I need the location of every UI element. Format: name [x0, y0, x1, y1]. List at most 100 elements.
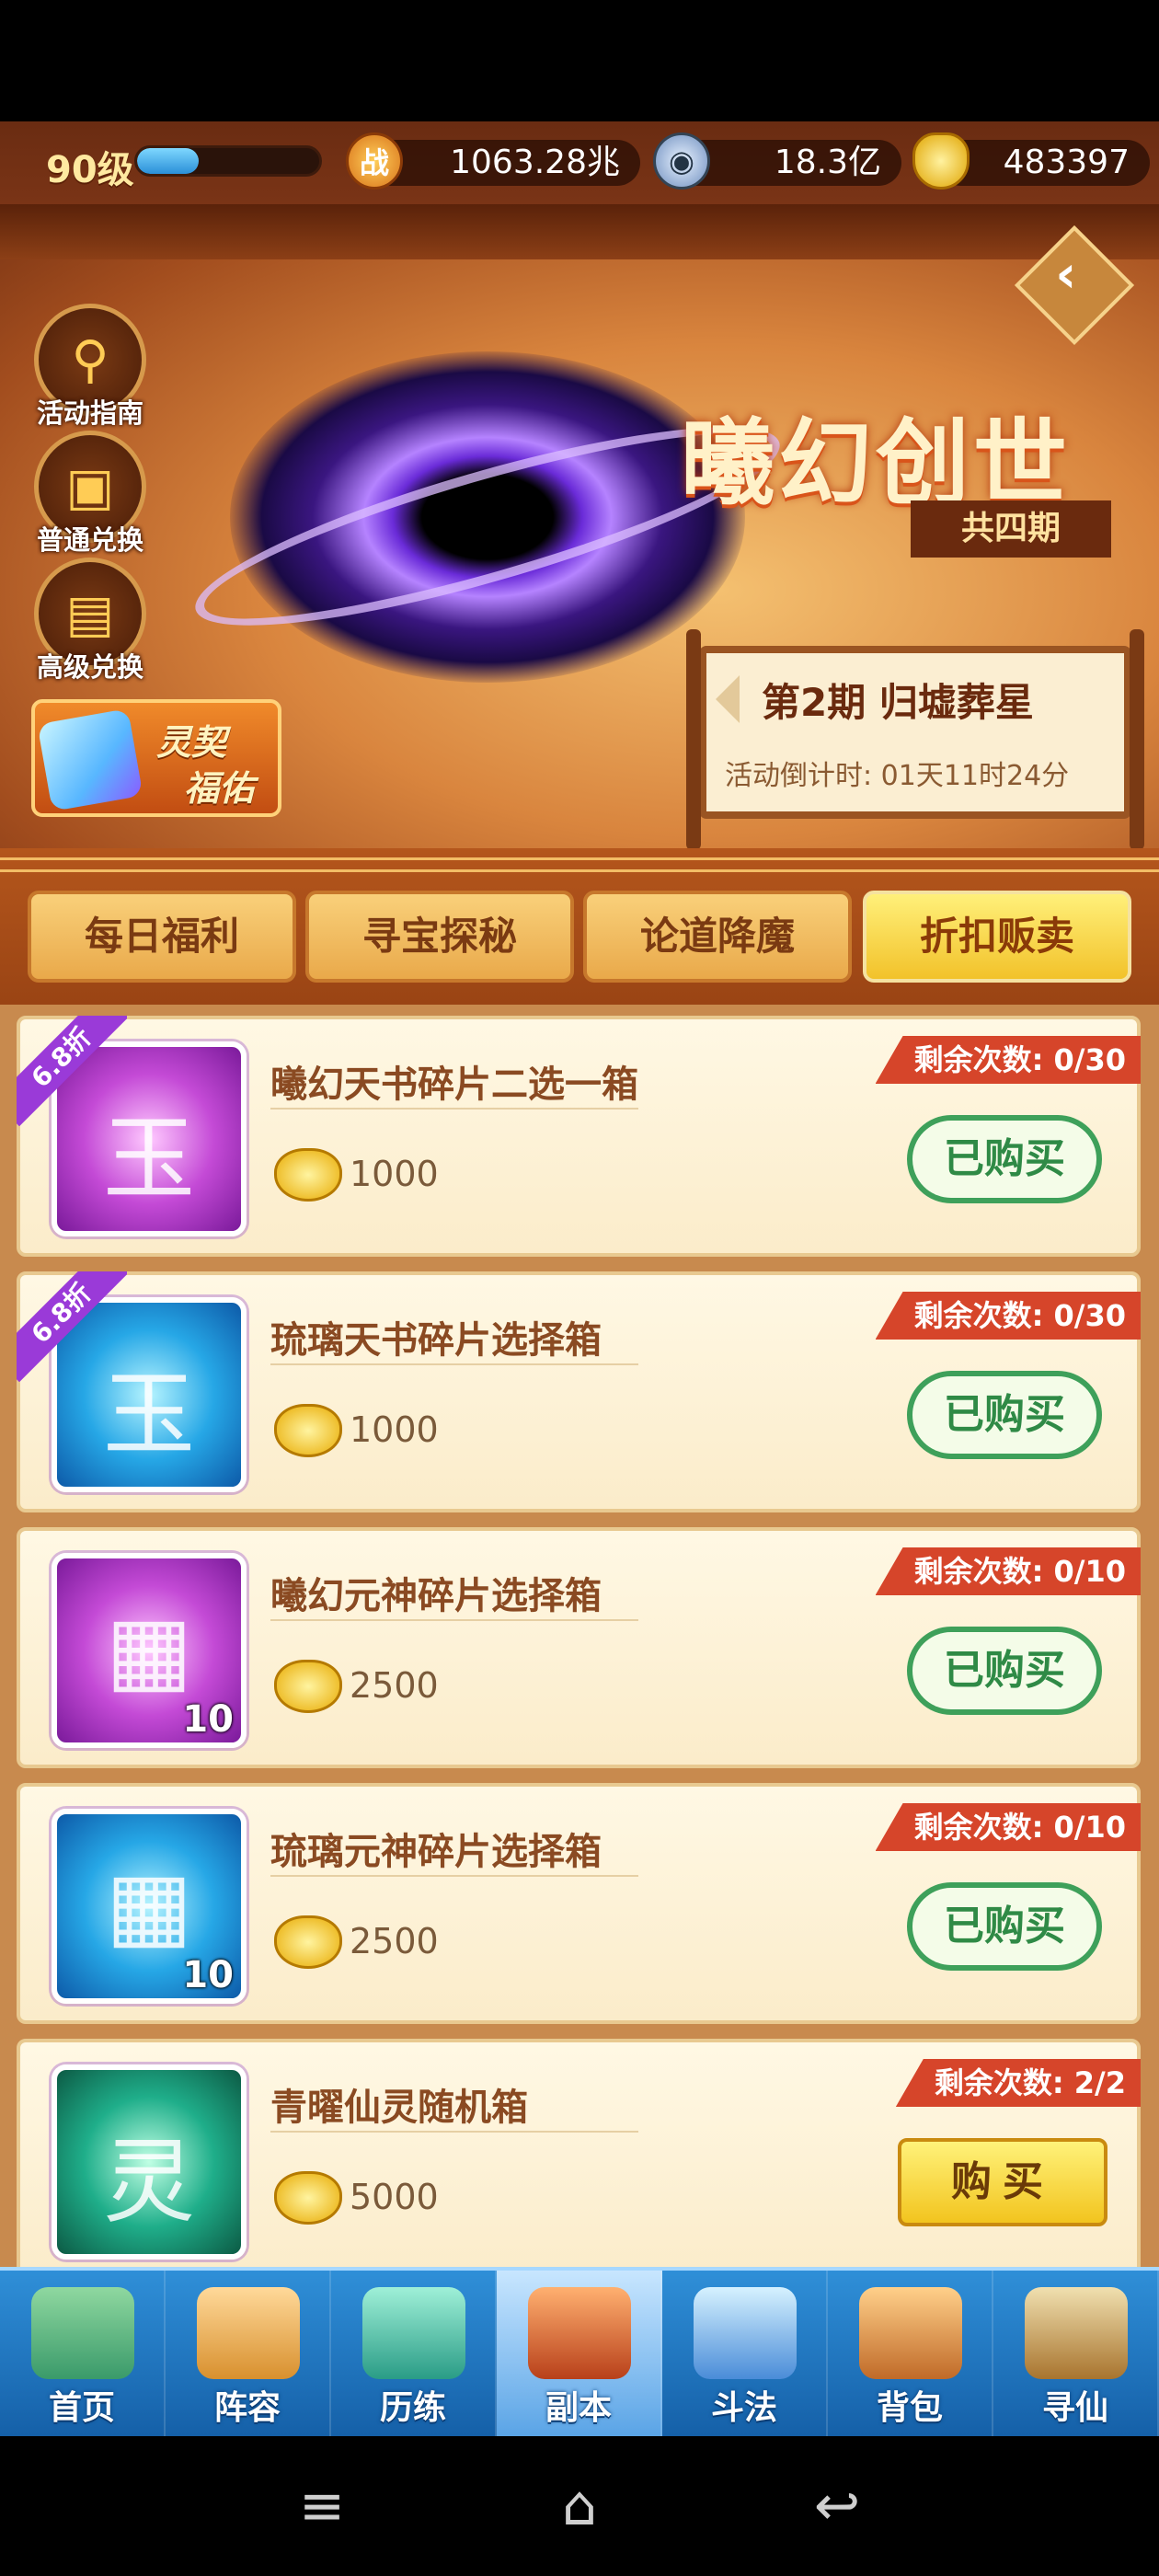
back-icon[interactable]: ↩ [800, 2477, 874, 2536]
coin-value: 18.3亿 [774, 144, 881, 181]
item-quantity: 10 [182, 1954, 234, 1996]
lingqi-line1: 灵契 [156, 722, 227, 763]
period-board: 第2期 归墟葬星 活动倒计时: 01天11时24分 [686, 629, 1144, 848]
tab-bar: 每日福利 寻宝探秘 论道降魔 折扣贩卖 [0, 848, 1159, 1005]
item-name: 琉璃元神碎片选择箱 [270, 1831, 602, 1873]
guide-button[interactable]: ⚲ 活动指南 [31, 304, 149, 431]
exp-bar [134, 145, 322, 177]
gold-ingot-icon [912, 132, 970, 190]
scroll-icon [1025, 2287, 1128, 2379]
status-bar [0, 0, 1159, 121]
item-icon[interactable]: 灵 [52, 2064, 247, 2260]
discount-ribbon: 6.8折 [17, 1016, 127, 1126]
resource-bar: 90级 1063.28兆 战 18.3亿 ◉ 483397 [0, 121, 1159, 204]
shop-list[interactable]: 玉 6.8折 曦幻天书碎片二选一箱 1000 剩余次数: 0/30 已购买 玉 … [0, 1005, 1159, 2267]
exp-bar-fill [137, 148, 200, 174]
purchased-button[interactable]: 已购买 [907, 1627, 1102, 1715]
battle-power-icon: 战 [346, 132, 403, 190]
cards-icon [197, 2287, 300, 2379]
nav-training[interactable]: 历练 [331, 2271, 497, 2436]
list-item: 玉 6.8折 琉璃天书碎片选择箱 1000 剩余次数: 0/30 已购买 [17, 1271, 1141, 1512]
tower-icon [694, 2287, 797, 2379]
divider [270, 1363, 638, 1365]
nav-dungeon[interactable]: 副本 [497, 2271, 662, 2436]
item-price: 2500 [350, 1921, 439, 1961]
remaining-count: 剩余次数: 0/10 [875, 1547, 1141, 1595]
lingqi-line2: 福佑 [184, 768, 255, 809]
purchased-button[interactable]: 已购买 [907, 1882, 1102, 1971]
normal-exchange-button[interactable]: ▣ 普通兑换 [31, 431, 149, 558]
chest-icon: ▦ [105, 1595, 193, 1703]
remaining-count: 剩余次数: 0/10 [875, 1803, 1141, 1851]
item-price: 1000 [350, 1409, 439, 1450]
normal-exchange-label: 普通兑换 [36, 524, 143, 556]
tab-demon-subduing[interactable]: 论道降魔 [583, 891, 852, 983]
item-icon[interactable]: ▦ 10 [52, 1553, 247, 1748]
power-value: 1063.28兆 [450, 144, 620, 181]
remaining-count: 剩余次数: 0/30 [875, 1292, 1141, 1340]
nav-seek-immortal[interactable]: 寻仙 [993, 2271, 1159, 2436]
player-level: 90级 [46, 149, 134, 191]
nav-bag[interactable]: 背包 [828, 2271, 993, 2436]
item-name: 青曜仙灵随机箱 [270, 2087, 528, 2129]
remaining-count: 剩余次数: 0/30 [875, 1036, 1141, 1084]
divider [270, 1875, 638, 1877]
crystal-icon [37, 708, 143, 811]
guide-label: 活动指南 [36, 397, 143, 429]
gold-pill: 483397 [938, 140, 1150, 186]
nav-home[interactable]: 首页 [0, 2271, 166, 2436]
item-name: 琉璃天书碎片选择箱 [270, 1319, 602, 1362]
gate-icon [528, 2287, 631, 2379]
countdown-text: 活动倒计时: 01天11时24分 [725, 760, 1070, 792]
bag-icon [859, 2287, 962, 2379]
buy-button[interactable]: 购买 [898, 2138, 1107, 2226]
nav-lineup[interactable]: 阵容 [166, 2271, 331, 2436]
divider [270, 1619, 638, 1621]
purchased-button[interactable]: 已购买 [907, 1115, 1102, 1203]
item-price: 2500 [350, 1665, 439, 1706]
silver-coin-icon: ◉ [653, 132, 710, 190]
tab-treasure-hunt[interactable]: 寻宝探秘 [305, 891, 574, 983]
bottom-nav: 首页 阵容 历练 副本 斗法 背包 寻仙 [0, 2267, 1159, 2436]
premium-exchange-label: 高级兑换 [36, 651, 143, 683]
event-subtitle: 共四期 [911, 500, 1111, 558]
list-item: 玉 6.8折 曦幻天书碎片二选一箱 1000 剩余次数: 0/30 已购买 [17, 1016, 1141, 1257]
tab-discount-sale[interactable]: 折扣贩卖 [863, 891, 1131, 983]
home-icon[interactable]: ⌂ [543, 2477, 616, 2536]
item-price: 1000 [350, 1154, 439, 1194]
item-name: 曦幻天书碎片二选一箱 [270, 1064, 638, 1106]
period-title: 第2期 归墟葬星 [762, 680, 1034, 725]
gold-ingot-icon [274, 1148, 342, 1202]
item-quantity: 10 [182, 1698, 234, 1741]
tab-bar-decoration [0, 857, 1159, 872]
menu-icon[interactable]: ≡ [285, 2477, 359, 2536]
nav-battle[interactable]: 斗法 [662, 2271, 828, 2436]
system-nav-bar: ≡ ⌂ ↩ [0, 2436, 1159, 2576]
gold-ingot-icon [274, 2171, 342, 2225]
gold-ingot-icon [274, 1404, 342, 1457]
lingqi-blessing-button[interactable]: 灵契 福佑 [31, 699, 281, 817]
premium-exchange-button[interactable]: ▤ 高级兑换 [31, 558, 149, 684]
gold-ingot-icon [274, 1915, 342, 1969]
power-pill: 1063.28兆 [368, 140, 640, 186]
remaining-count: 剩余次数: 2/2 [895, 2059, 1141, 2107]
item-price: 5000 [350, 2177, 439, 2217]
item-name: 曦幻元神碎片选择箱 [270, 1575, 602, 1617]
chest-icon: ▦ [105, 1851, 193, 1959]
tab-daily-welfare[interactable]: 每日福利 [28, 891, 296, 983]
event-banner: ‹ ⚲ 活动指南 ▣ 普通兑换 ▤ 高级兑换 灵契 福佑 曦幻创世 共四期 第2… [0, 204, 1159, 848]
divider [270, 2131, 638, 2133]
list-item: ▦ 10 曦幻元神碎片选择箱 2500 剩余次数: 0/10 已购买 [17, 1527, 1141, 1768]
back-arrow-icon: ‹ [1055, 245, 1077, 305]
discount-ribbon: 6.8折 [17, 1271, 127, 1382]
list-item: ▦ 10 琉璃元神碎片选择箱 2500 剩余次数: 0/10 已购买 [17, 1783, 1141, 2024]
period-arrow-icon[interactable] [716, 675, 740, 723]
gourd-icon [362, 2287, 465, 2379]
divider [270, 1108, 638, 1110]
item-icon[interactable]: ▦ 10 [52, 1809, 247, 2004]
banner-roof [0, 204, 1159, 259]
gold-ingot-icon [274, 1660, 342, 1713]
list-item: 灵 青曜仙灵随机箱 5000 剩余次数: 2/2 购买 [17, 2039, 1141, 2267]
purchased-button[interactable]: 已购买 [907, 1371, 1102, 1459]
home-mountain-icon [31, 2287, 134, 2379]
